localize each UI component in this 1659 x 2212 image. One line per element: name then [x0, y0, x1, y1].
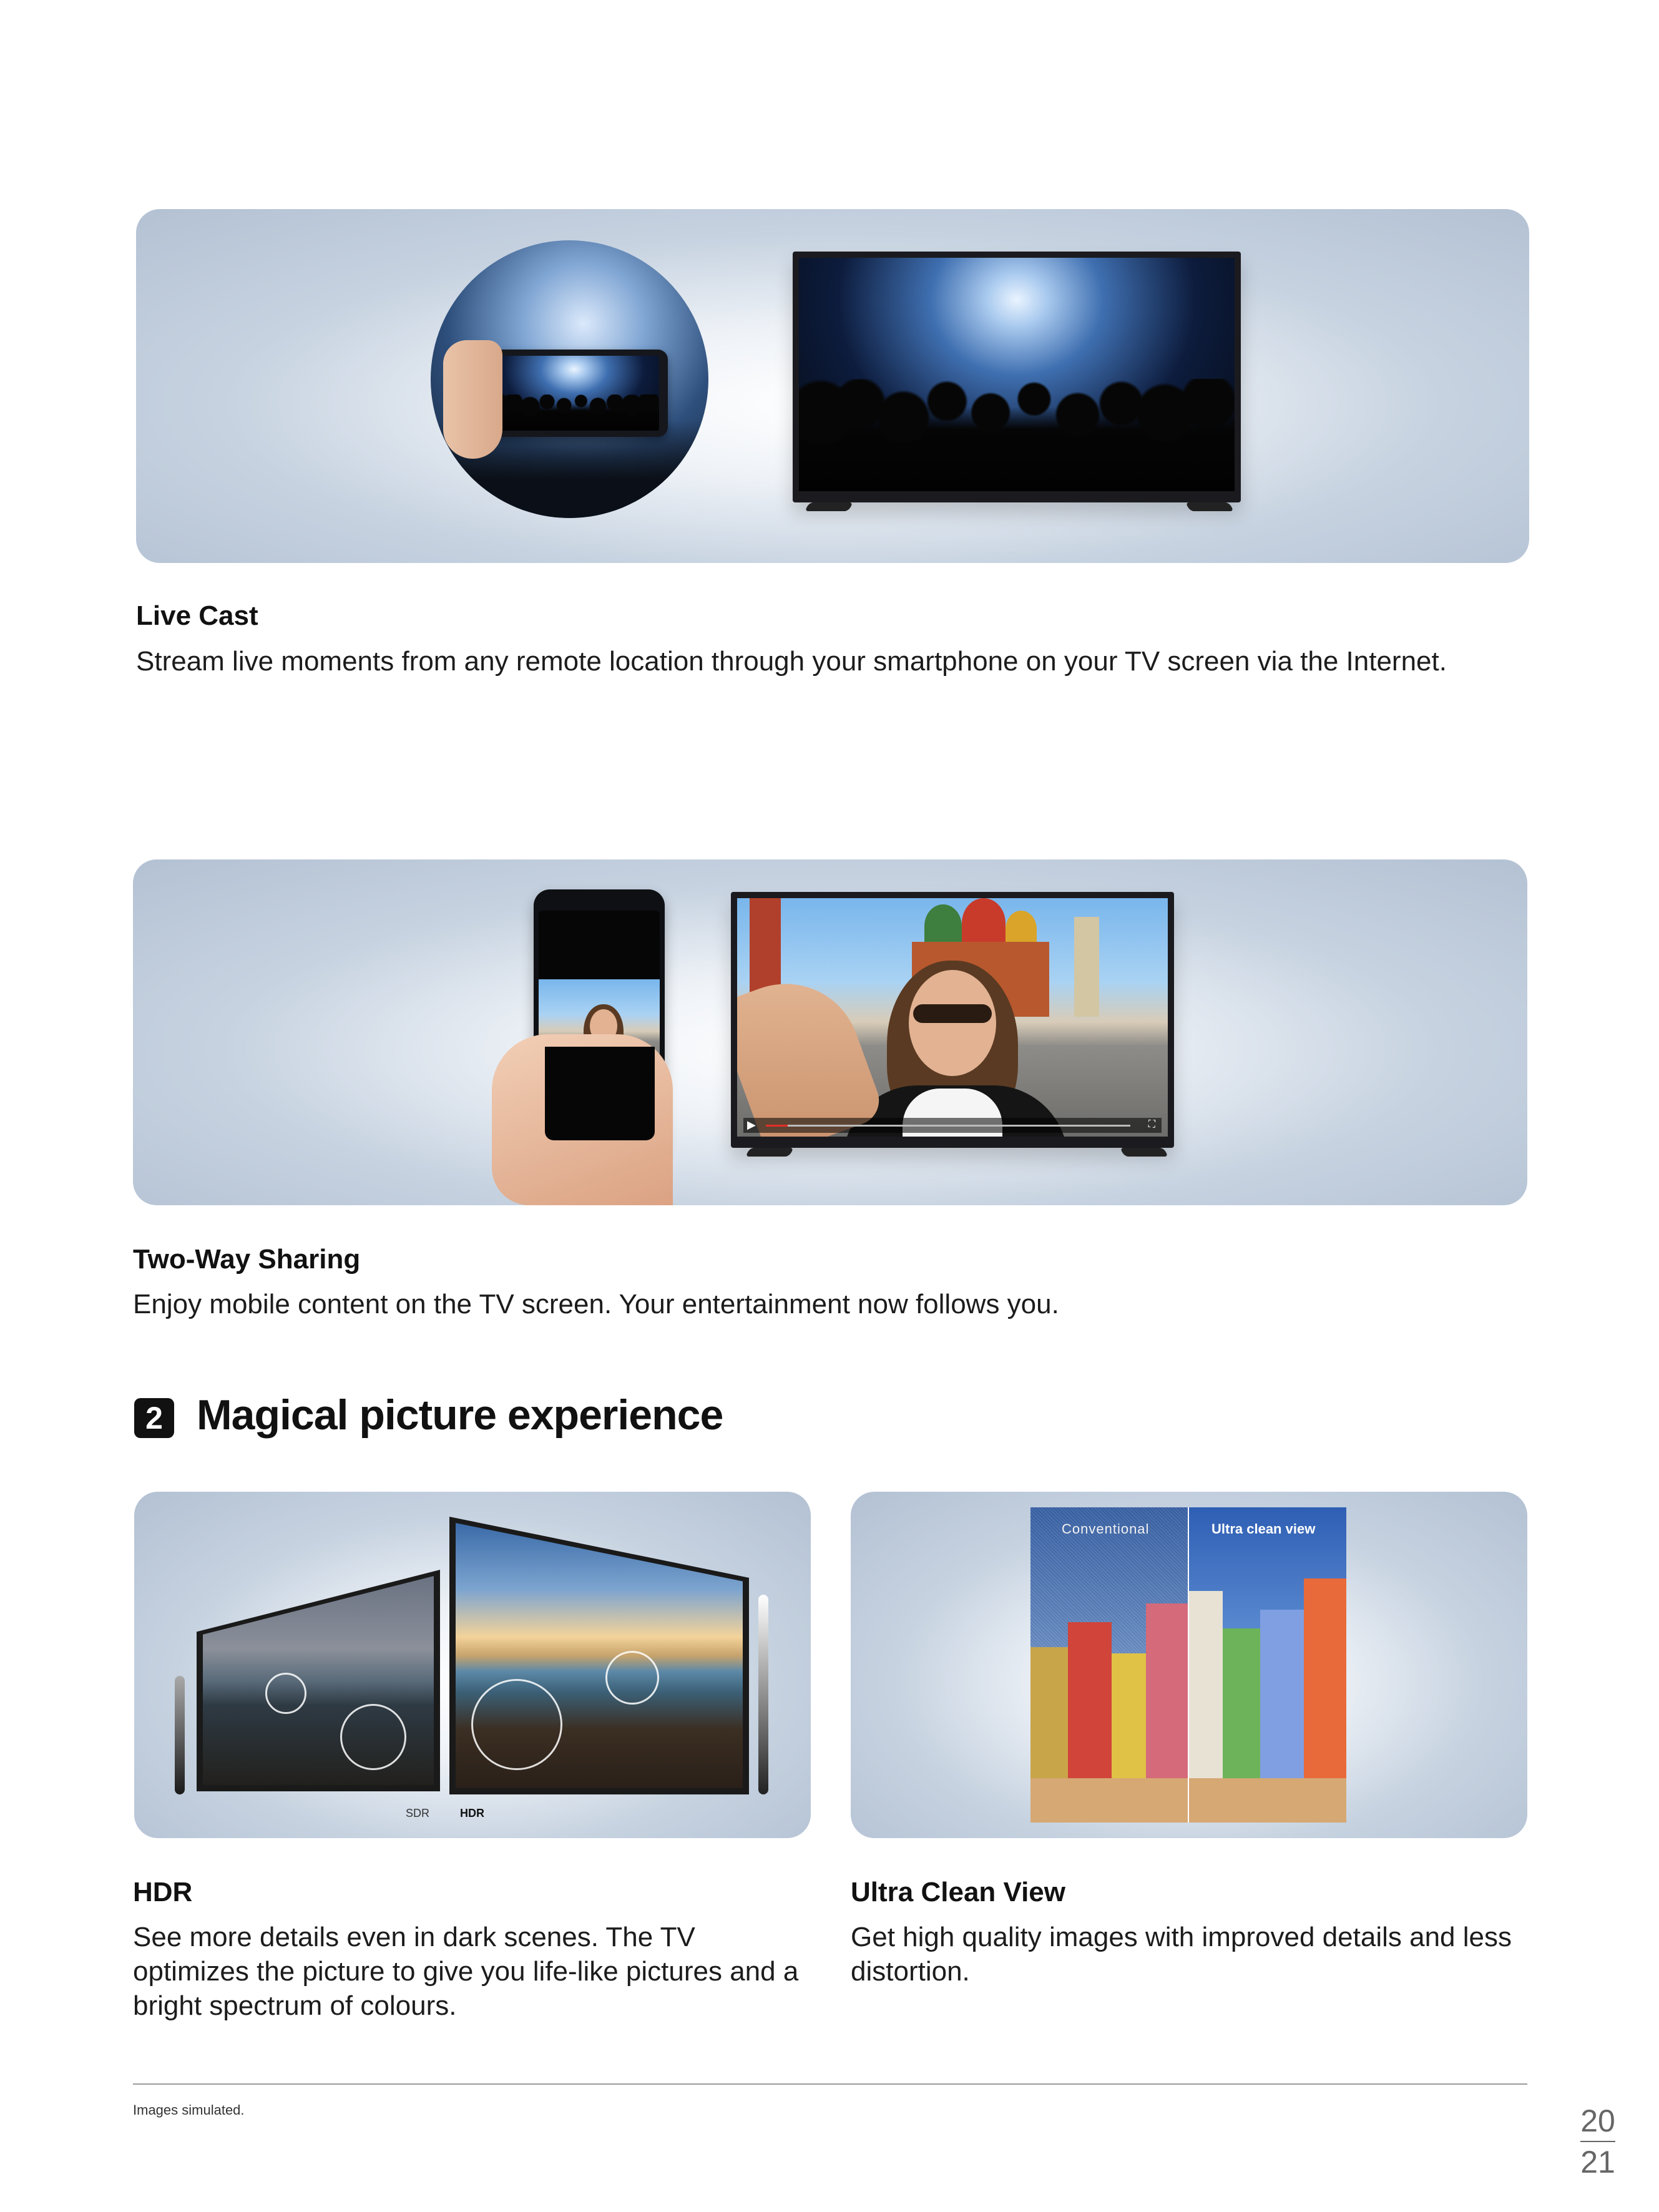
smartphone-concert-circle — [431, 240, 708, 518]
two-way-sharing-description: Enjoy mobile content on the TV screen. Y… — [133, 1289, 1059, 1319]
tv-sdr — [197, 1570, 440, 1791]
comparison-image: Conventional Ultra clean view — [1030, 1507, 1346, 1823]
ultra-clean-view-image-panel: Conventional Ultra clean view — [851, 1492, 1527, 1838]
two-way-sharing-title: Two-Way Sharing — [133, 1244, 361, 1275]
live-cast-image-panel — [136, 209, 1529, 563]
tv-live-cast — [793, 252, 1241, 502]
tv-stand-right — [1185, 502, 1235, 511]
tv-screen-selfie: ▶ ⛶ — [737, 898, 1168, 1137]
footer-note: Images simulated. — [133, 2102, 245, 2118]
fullscreen-icon: ⛶ — [1148, 1119, 1155, 1130]
detail-circle — [265, 1673, 306, 1714]
live-cast-title: Live Cast — [136, 600, 258, 631]
tv-stand-left — [804, 502, 854, 511]
ultra-clean-view-description: Get high quality images with improved de… — [851, 1922, 1512, 1987]
ultra-clean-view-label: Ultra clean view — [1211, 1521, 1316, 1537]
two-way-sharing-image-panel: ▶ ⛶ — [133, 859, 1527, 1205]
ultra-clean-view-title: Ultra Clean View — [851, 1877, 1065, 1907]
tv-screen-concert — [799, 258, 1235, 491]
conventional-label: Conventional — [1062, 1521, 1150, 1537]
section-title: Magical picture experience — [197, 1391, 723, 1439]
footer-divider — [133, 2083, 1527, 2085]
detail-circle — [340, 1704, 406, 1770]
video-progress-bar: ▶ ⛶ — [743, 1118, 1162, 1133]
smartphone — [481, 350, 668, 437]
hdr-title: HDR — [133, 1877, 193, 1907]
detail-circle — [605, 1651, 659, 1705]
section-number-badge: 2 — [134, 1398, 174, 1438]
hand — [443, 340, 502, 459]
hdr-brightness-bar — [758, 1595, 768, 1794]
hdr-description: See more details even in dark scenes. Th… — [133, 1922, 799, 2021]
tv-stand-left — [745, 1148, 795, 1157]
sdr-brightness-bar — [175, 1676, 185, 1794]
live-cast-description: Stream live moments from any remote loca… — [136, 646, 1447, 677]
play-icon: ▶ — [747, 1118, 756, 1131]
page-number-top: 20 — [1580, 2103, 1615, 2138]
page-number-bottom: 21 — [1580, 2145, 1615, 2180]
tv-two-way: ▶ ⛶ — [731, 892, 1174, 1148]
detail-circle — [471, 1679, 562, 1770]
tv-stand-right — [1119, 1148, 1169, 1157]
comparison-divider — [1188, 1507, 1189, 1823]
page-number-divider — [1580, 2141, 1615, 2142]
hdr-image-panel: SDR HDR — [134, 1492, 811, 1838]
page-numbers: 20 21 — [1564, 2103, 1632, 2180]
sdr-label: SDR — [406, 1807, 430, 1819]
hdr-label: HDR — [460, 1807, 484, 1819]
